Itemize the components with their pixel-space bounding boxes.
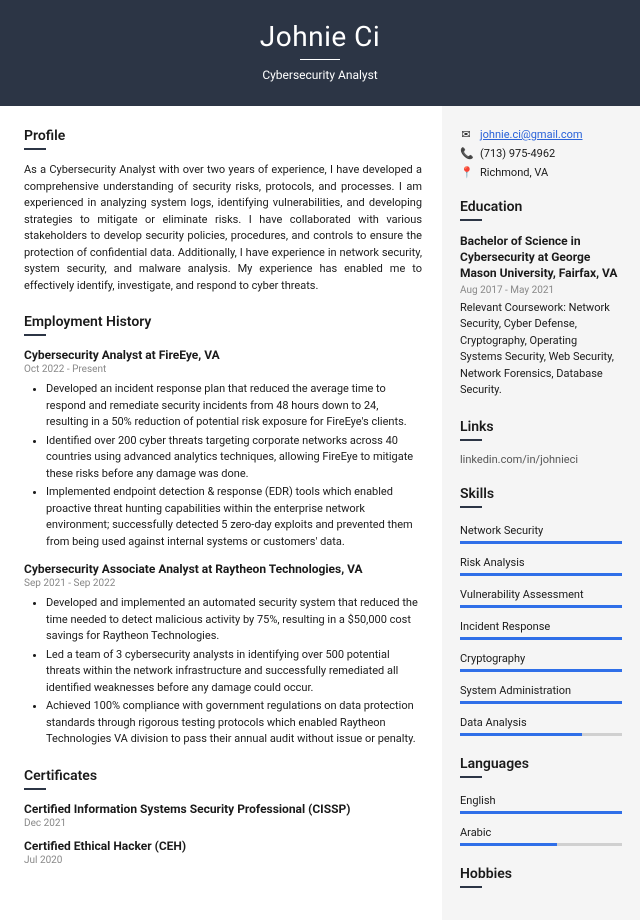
- certificate-date: Jul 2020: [24, 855, 422, 866]
- skill-label: Risk Analysis: [460, 552, 622, 569]
- person-name: Johnie Ci: [0, 20, 640, 53]
- education-heading: Education: [460, 199, 622, 215]
- hobbies-heading: Hobbies: [460, 866, 622, 882]
- heading-underline: [460, 219, 482, 221]
- job-bullets: Developed and implemented an automated s…: [24, 595, 422, 748]
- education-degree: Bachelor of Science in Cybersecurity at …: [460, 233, 622, 282]
- envelope-icon: ✉: [460, 128, 472, 141]
- skill-label: Data Analysis: [460, 712, 622, 729]
- link-item[interactable]: linkedin.com/in/johnieci: [460, 453, 622, 466]
- job-bullet: Developed an incident response plan that…: [46, 381, 422, 431]
- heading-underline: [460, 776, 482, 778]
- skill-bar: [460, 605, 622, 608]
- job-bullet: Identified over 200 cyber threats target…: [46, 433, 422, 483]
- contact-phone-row: 📞 (713) 975-4962: [460, 147, 622, 160]
- skill-bar-fill: [460, 541, 622, 544]
- languages-heading: Languages: [460, 756, 622, 772]
- sidebar-column: ✉ johnie.ci@gmail.com 📞 (713) 975-4962 📍…: [442, 106, 640, 920]
- certificate-entry: Certified Information Systems Security P…: [24, 802, 422, 829]
- skill-bar: [460, 541, 622, 544]
- person-title: Cybersecurity Analyst: [0, 68, 640, 82]
- skill-bar-fill: [460, 637, 622, 640]
- main-column: Profile As a Cybersecurity Analyst with …: [0, 106, 442, 920]
- skill-bar-fill: [460, 605, 622, 608]
- job-title: Cybersecurity Analyst at FireEye, VA: [24, 348, 422, 362]
- certificate-date: Dec 2021: [24, 818, 422, 829]
- job-bullet: Developed and implemented an automated s…: [46, 595, 422, 645]
- heading-underline: [460, 439, 482, 441]
- heading-underline: [460, 886, 482, 888]
- heading-underline: [24, 148, 46, 150]
- job-dates: Sep 2021 - Sep 2022: [24, 578, 422, 589]
- location-icon: 📍: [460, 166, 472, 179]
- skill-bar: [460, 669, 622, 672]
- skill-bar-fill: [460, 811, 622, 814]
- skill-bar: [460, 843, 622, 846]
- heading-underline: [24, 788, 46, 790]
- skill-label: Vulnerability Assessment: [460, 584, 622, 601]
- skill-label: English: [460, 790, 622, 807]
- job-title: Cybersecurity Associate Analyst at Rayth…: [24, 562, 422, 576]
- certificate-title: Certified Ethical Hacker (CEH): [24, 839, 422, 853]
- skill-bar-fill: [460, 701, 622, 704]
- job-bullet: Led a team of 3 cybersecurity analysts i…: [46, 647, 422, 697]
- resume-header: Johnie Ci Cybersecurity Analyst: [0, 0, 640, 106]
- job-bullets: Developed an incident response plan that…: [24, 381, 422, 550]
- skill-bar: [460, 637, 622, 640]
- job-dates: Oct 2022 - Present: [24, 364, 422, 375]
- skill-label: System Administration: [460, 680, 622, 697]
- job-entry: Cybersecurity Analyst at FireEye, VA Oct…: [24, 348, 422, 550]
- job-entry: Cybersecurity Associate Analyst at Rayth…: [24, 562, 422, 748]
- skill-bar-fill: [460, 573, 622, 576]
- phone-text: (713) 975-4962: [480, 147, 555, 160]
- header-divider: [300, 59, 340, 60]
- contact-location-row: 📍 Richmond, VA: [460, 166, 622, 179]
- job-bullet: Achieved 100% compliance with government…: [46, 698, 422, 748]
- profile-text: As a Cybersecurity Analyst with over two…: [24, 162, 422, 294]
- education-desc: Relevant Coursework: Network Security, C…: [460, 300, 622, 399]
- skills-list: Network Security Risk Analysis Vulnerabili…: [460, 520, 622, 736]
- email-link[interactable]: johnie.ci@gmail.com: [480, 128, 583, 141]
- skill-label: Network Security: [460, 520, 622, 537]
- languages-list: English Arabic: [460, 790, 622, 846]
- skill-bar-fill: [460, 733, 582, 736]
- links-heading: Links: [460, 419, 622, 435]
- resume-body: Profile As a Cybersecurity Analyst with …: [0, 106, 640, 920]
- skill-bar: [460, 573, 622, 576]
- skill-bar-fill: [460, 843, 557, 846]
- employment-heading: Employment History: [24, 314, 422, 330]
- skill-bar: [460, 733, 622, 736]
- contact-email-row: ✉ johnie.ci@gmail.com: [460, 128, 622, 141]
- profile-heading: Profile: [24, 128, 422, 144]
- skills-heading: Skills: [460, 486, 622, 502]
- skill-label: Arabic: [460, 822, 622, 839]
- heading-underline: [460, 506, 482, 508]
- skill-label: Cryptography: [460, 648, 622, 665]
- certificate-title: Certified Information Systems Security P…: [24, 802, 422, 816]
- location-text: Richmond, VA: [480, 166, 548, 179]
- phone-icon: 📞: [460, 147, 472, 160]
- skill-bar: [460, 811, 622, 814]
- certificate-entry: Certified Ethical Hacker (CEH) Jul 2020: [24, 839, 422, 866]
- skill-label: Incident Response: [460, 616, 622, 633]
- skill-bar-fill: [460, 669, 622, 672]
- certificates-heading: Certificates: [24, 768, 422, 784]
- heading-underline: [24, 334, 46, 336]
- skill-bar: [460, 701, 622, 704]
- job-bullet: Implemented endpoint detection & respons…: [46, 484, 422, 550]
- education-dates: Aug 2017 - May 2021: [460, 285, 622, 296]
